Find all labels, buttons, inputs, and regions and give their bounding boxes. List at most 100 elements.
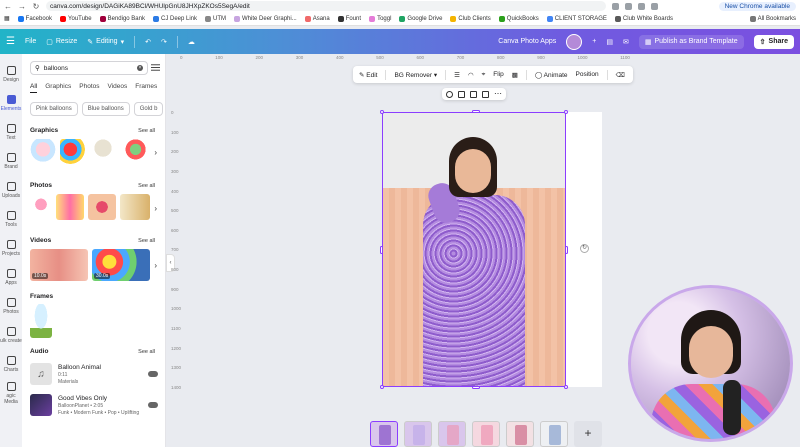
video-thumbnail[interactable]: 10.0s: [30, 249, 88, 281]
bookmark[interactable]: Fount: [337, 15, 361, 22]
bookmark[interactable]: QuickBooks: [498, 15, 539, 22]
all-bookmarks[interactable]: All Bookmarks: [749, 15, 796, 22]
rail-item-tools[interactable]: Tools: [0, 205, 22, 234]
tab-graphics[interactable]: Graphics: [45, 83, 71, 93]
avatar[interactable]: [566, 33, 583, 50]
share-button[interactable]: ⇧ Share: [753, 34, 794, 49]
resize-handle[interactable]: [564, 110, 568, 114]
resize-button[interactable]: ▢ Resize: [46, 38, 77, 46]
trash-icon[interactable]: [482, 90, 489, 98]
graphic-thumbnail[interactable]: [60, 139, 86, 165]
publish-template-button[interactable]: ▦ Publish as Brand Template: [638, 34, 744, 49]
extension-icon[interactable]: [638, 2, 645, 10]
border-style-icon[interactable]: ☰: [454, 71, 460, 79]
rotate-page-icon[interactable]: ↻: [580, 244, 589, 253]
page-thumbnail[interactable]: [438, 421, 466, 447]
comment-icon[interactable]: ✉: [623, 38, 629, 46]
rail-item-uploads[interactable]: Uploads: [0, 176, 22, 205]
bookmark[interactable]: Google Drive: [399, 15, 442, 22]
edit-image-button[interactable]: ✎ Edit: [359, 71, 377, 79]
bookmark[interactable]: YouTube: [60, 15, 92, 22]
rail-item-projects[interactable]: Projects: [0, 234, 22, 263]
bg-remover-button[interactable]: BG Remover ▾: [394, 71, 437, 79]
chip-gold-balloons[interactable]: Gold b: [133, 102, 164, 116]
insights-icon[interactable]: ▤: [606, 38, 613, 46]
undo-icon[interactable]: ↶: [145, 38, 151, 46]
apps-grid-icon[interactable]: ▦: [4, 15, 10, 22]
resize-handle[interactable]: [565, 246, 568, 254]
paint-format-icon[interactable]: ⌫: [616, 71, 625, 79]
editing-mode-button[interactable]: ✎ Editing ▾: [87, 38, 124, 46]
extension-icon[interactable]: [625, 2, 632, 10]
chevron-right-icon[interactable]: ›: [165, 83, 166, 93]
photo-thumbnail[interactable]: [120, 194, 150, 220]
forward-icon[interactable]: →: [18, 2, 26, 11]
page-thumbnail[interactable]: [540, 421, 568, 447]
rail-item-elements[interactable]: Elements: [0, 89, 22, 118]
resize-handle[interactable]: [564, 385, 568, 389]
chip-blue-balloons[interactable]: Blue balloons: [81, 102, 130, 116]
bookmark[interactable]: UTM: [205, 15, 226, 22]
tab-videos[interactable]: Videos: [108, 83, 128, 93]
tab-photos[interactable]: Photos: [79, 83, 99, 93]
page-thumbnail[interactable]: [370, 421, 398, 447]
chrome-update-button[interactable]: New Chrome available: [718, 1, 796, 11]
page-thumbnail[interactable]: [472, 421, 500, 447]
resize-handle[interactable]: [380, 385, 384, 389]
audio-track[interactable]: Good Vibes Only BalloonPlanet • 2:05 Fun…: [30, 394, 158, 416]
redo-icon[interactable]: ↷: [161, 38, 167, 46]
page-thumbnail[interactable]: [506, 421, 534, 447]
resize-handle[interactable]: [380, 246, 383, 254]
resize-handle[interactable]: [472, 110, 480, 113]
video-thumbnail[interactable]: 30.0s: [92, 249, 150, 281]
rail-item-bulk-create[interactable]: ulk create: [0, 321, 22, 350]
rail-item-apps[interactable]: Apps: [0, 263, 22, 292]
bookmark[interactable]: CLIENT STORAGE: [546, 15, 607, 22]
see-all-audio-link[interactable]: See all: [138, 349, 155, 355]
more-options-icon[interactable]: ⋯: [494, 90, 502, 98]
back-icon[interactable]: ←: [4, 2, 12, 11]
bookmark[interactable]: Facebook: [17, 15, 52, 22]
rail-item-design[interactable]: Design: [0, 60, 22, 89]
bookmark[interactable]: Bendigo Bank: [99, 15, 145, 22]
frame-thumbnail[interactable]: [30, 304, 52, 338]
see-all-photos-link[interactable]: See all: [138, 183, 155, 189]
crop-icon[interactable]: ⌖: [482, 71, 486, 79]
rail-item-magic-media[interactable]: agic Media: [0, 379, 22, 408]
tab-frames[interactable]: Frames: [135, 83, 157, 93]
add-collaborator-icon[interactable]: +: [592, 38, 596, 45]
bookmark[interactable]: Club Clients: [450, 15, 491, 22]
graphic-thumbnail[interactable]: [90, 139, 116, 165]
bookmark[interactable]: Asana: [304, 15, 330, 22]
reload-icon[interactable]: ↻: [32, 2, 40, 11]
filter-icon[interactable]: [151, 63, 160, 72]
chevron-right-icon[interactable]: ›: [154, 148, 157, 157]
bookmark[interactable]: White Deer Graphi...: [234, 15, 297, 22]
animate-button[interactable]: ◯ Animate: [535, 71, 568, 79]
flip-button[interactable]: Flip: [493, 71, 503, 78]
photo-thumbnail[interactable]: [56, 194, 84, 220]
resize-handle[interactable]: [380, 110, 384, 114]
graphic-thumbnail[interactable]: [30, 139, 56, 165]
cloud-save-icon[interactable]: ☁: [188, 38, 195, 46]
chevron-right-icon[interactable]: ›: [154, 204, 157, 213]
page-thumbnail[interactable]: [404, 421, 432, 447]
transparency-icon[interactable]: ▩: [512, 71, 518, 79]
see-all-graphics-link[interactable]: See all: [138, 128, 155, 134]
rail-item-text[interactable]: Text: [0, 118, 22, 147]
tab-all[interactable]: All: [30, 83, 38, 93]
rail-item-charts[interactable]: Charts: [0, 350, 22, 379]
address-bar[interactable]: canva.com/design/DAGiKA89BCl/WHUlpGnU8JH…: [46, 1, 606, 11]
graphic-thumbnail[interactable]: [120, 139, 146, 165]
rail-item-photos[interactable]: Photos: [0, 292, 22, 321]
bookmark[interactable]: CJ Deep Link: [152, 15, 197, 22]
chevron-right-icon[interactable]: ›: [154, 261, 157, 270]
menu-icon[interactable]: ☰: [6, 36, 15, 47]
rail-item-brand[interactable]: Brand: [0, 147, 22, 176]
extension-icon[interactable]: [612, 2, 619, 10]
duplicate-icon[interactable]: [470, 90, 477, 98]
add-page-button[interactable]: +: [574, 421, 602, 447]
selected-photo[interactable]: [382, 112, 566, 387]
file-menu[interactable]: File: [25, 38, 36, 45]
see-all-videos-link[interactable]: See all: [138, 238, 155, 244]
